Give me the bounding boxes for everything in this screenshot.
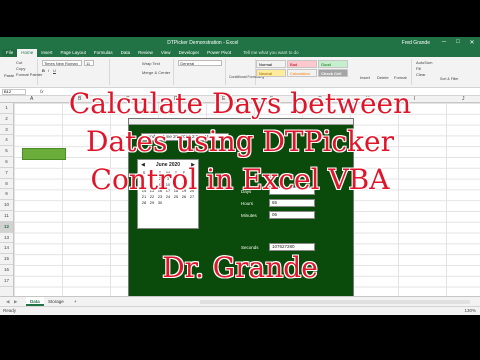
ribbon-home: Paste Cut Copy Format Painter Times New … <box>0 57 480 88</box>
minutes-label: Minutes <box>241 213 257 218</box>
tab-file[interactable]: File <box>2 49 18 57</box>
tell-me-box[interactable]: Tell me what you want to do <box>239 49 303 57</box>
window-controls: ─ □ ✕ <box>440 39 476 46</box>
calendar-date[interactable]: 30 <box>156 200 164 205</box>
status-ready: Ready <box>3 308 17 313</box>
tab-view[interactable]: View <box>157 49 175 57</box>
number-format-select[interactable]: General <box>178 60 222 66</box>
sheet-tab-storage[interactable]: Storage <box>44 297 68 306</box>
calendar-date[interactable] <box>164 200 172 205</box>
editing-group: AutoSum Fill Clear Sort & Filter <box>414 59 478 85</box>
tab-formulas[interactable]: Formulas <box>90 49 117 57</box>
row-header[interactable]: 11 <box>0 211 13 222</box>
italic-icon[interactable]: I <box>48 68 49 73</box>
tab-page-layout[interactable]: Page Layout <box>57 49 90 57</box>
style-normal[interactable]: Normal <box>256 60 286 68</box>
tab-insert[interactable]: Insert <box>37 49 56 57</box>
tab-developer[interactable]: Developer <box>175 49 204 57</box>
tab-review[interactable]: Review <box>134 49 157 57</box>
close-icon[interactable]: ✕ <box>468 39 476 46</box>
add-sheet-button[interactable]: + <box>70 297 81 306</box>
row-header[interactable]: 13 <box>0 233 13 244</box>
conditional-group: Conditional Formatting <box>228 59 264 85</box>
video-title-line-3: Control in Excel VBA <box>90 163 390 196</box>
user-name[interactable]: Fred Grande <box>402 40 430 46</box>
tab-power-pivot[interactable]: Power Pivot <box>203 49 235 57</box>
tab-data[interactable]: Data <box>117 49 135 57</box>
window-title: DTPicker Demonstration - Excel <box>167 39 239 46</box>
font-group: Times New Roman 11 B I U <box>40 59 110 85</box>
letterbox-top <box>0 0 480 37</box>
row-header[interactable]: 10 <box>0 200 13 211</box>
sheet-tab-data[interactable]: Data <box>26 297 44 306</box>
style-neutral[interactable]: Neutral <box>256 69 286 77</box>
video-author: Dr. Grande <box>162 251 318 284</box>
row-header-selected[interactable]: 12 <box>0 221 13 233</box>
title-bar: DTPicker Demonstration - Excel Fred Gran… <box>0 37 480 48</box>
wrap-text-button[interactable]: Wrap Text <box>142 61 160 66</box>
copy-button[interactable]: Copy <box>16 66 25 71</box>
autosum-button[interactable]: AutoSum <box>416 60 432 65</box>
video-title-line-1: Calculate Days between <box>68 87 412 120</box>
number-group: General <box>176 59 226 85</box>
maximize-icon[interactable]: □ <box>454 39 462 46</box>
style-good[interactable]: Good <box>318 60 348 68</box>
merge-center-button[interactable]: Merge & Center <box>142 70 170 75</box>
horizontal-scrollbar[interactable] <box>200 300 470 304</box>
bold-icon[interactable]: B <box>42 68 45 73</box>
insert-cells-button[interactable]: Insert <box>360 75 370 80</box>
clear-button[interactable]: Clear <box>416 72 426 77</box>
seconds-field[interactable]: 107627280 <box>269 243 315 251</box>
alignment-group: Wrap Text Merge & Center <box>112 59 174 85</box>
tab-home[interactable]: Home <box>17 49 38 57</box>
calendar-date[interactable]: 28 <box>140 200 148 205</box>
calendar-date[interactable]: 29 <box>148 200 156 205</box>
paste-button[interactable]: Paste <box>4 73 14 78</box>
seconds-label: Seconds <box>241 245 259 250</box>
delete-cells-button[interactable]: Delete <box>377 75 389 80</box>
next-sheet-icon[interactable]: ▶ <box>10 297 21 306</box>
hours-field[interactable]: 65 <box>269 199 315 207</box>
calendar-date[interactable] <box>180 200 188 205</box>
underline-icon[interactable]: U <box>53 68 56 73</box>
fill-button[interactable]: Fill <box>416 66 421 71</box>
styles-group: Normal Bad Good Neutral Calculation Chec… <box>256 59 356 85</box>
style-bad[interactable]: Bad <box>287 60 317 68</box>
style-check-cell[interactable]: Check Cell <box>318 69 348 77</box>
status-bar: Ready 130% <box>0 306 480 315</box>
format-cells-button[interactable]: Format <box>394 75 407 80</box>
calendar-date[interactable] <box>188 200 196 205</box>
cells-group: Insert Delete Format <box>358 59 412 85</box>
video-title-line-2: Dates using DTPicker <box>86 125 394 158</box>
calendar-date[interactable] <box>172 200 180 205</box>
sheet-tab-bar: ◀ ▶ Data Storage + <box>0 296 480 306</box>
font-size-select[interactable]: 11 <box>84 60 94 66</box>
minutes-field[interactable]: 06 <box>269 211 315 219</box>
cut-button[interactable]: Cut <box>16 60 22 65</box>
sort-filter-button[interactable]: Sort & Filter <box>440 77 458 81</box>
font-name-select[interactable]: Times New Roman <box>42 60 82 66</box>
minimize-icon[interactable]: ─ <box>440 39 448 46</box>
zoom-level[interactable]: 130% <box>464 307 476 315</box>
ribbon-tabs: File Home Insert Page Layout Formulas Da… <box>0 48 480 57</box>
clipboard-group: Paste Cut Copy Format Painter <box>2 59 42 85</box>
style-calculation[interactable]: Calculation <box>287 69 317 77</box>
hours-label: Hours <box>241 201 254 206</box>
format-painter-button[interactable]: Format Painter <box>16 72 42 77</box>
letterbox-bottom <box>0 315 480 360</box>
